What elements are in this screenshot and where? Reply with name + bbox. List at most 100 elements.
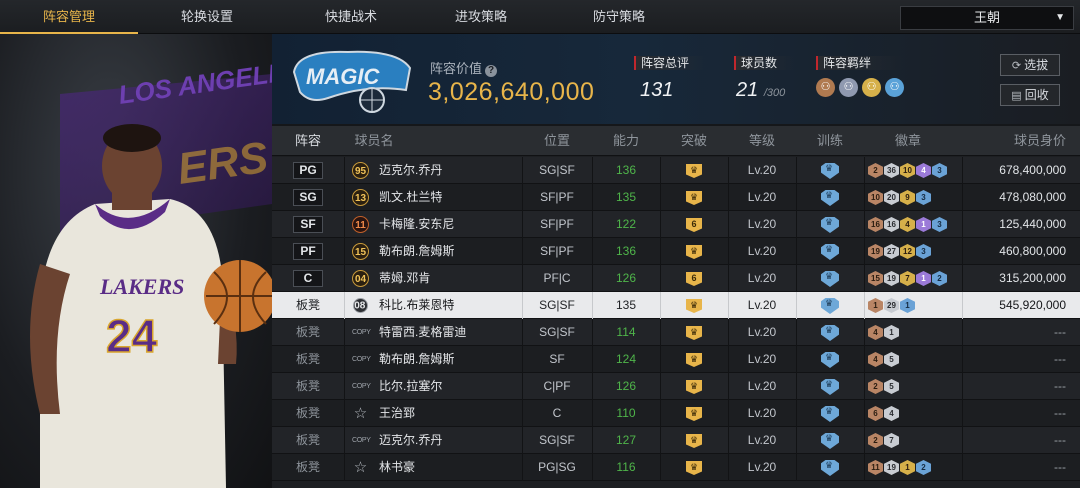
player-position: PG|SG: [538, 460, 576, 474]
badge-list[interactable]: 27: [868, 433, 900, 448]
tab-defense[interactable]: 防守策略: [550, 0, 688, 34]
help-icon[interactable]: ?: [485, 65, 498, 77]
col-level[interactable]: 等级: [728, 126, 796, 156]
breakthrough-icon[interactable]: ♛: [686, 434, 702, 448]
column-divider: [344, 211, 345, 238]
training-icon[interactable]: [821, 433, 839, 449]
breakthrough-icon[interactable]: ♛: [686, 245, 702, 259]
table-row[interactable]: PF 15 勒布朗.詹姆斯 SF|PF 136 ♛ Lv.20 1927123 460,800,…: [272, 238, 1080, 265]
breakthrough-icon[interactable]: ♛: [686, 299, 702, 313]
player-name[interactable]: 卡梅隆.安东尼: [379, 211, 519, 238]
training-icon[interactable]: [821, 163, 839, 179]
player-name[interactable]: 勒布朗.詹姆斯: [379, 346, 519, 373]
col-breakthrough[interactable]: 突破: [660, 126, 728, 156]
col-badges[interactable]: 徽章: [864, 126, 952, 156]
badge-list[interactable]: 45: [868, 352, 900, 367]
player-name[interactable]: 迈克尔.乔丹: [379, 157, 519, 184]
training-icon[interactable]: [821, 244, 839, 260]
badge-list[interactable]: 41: [868, 325, 900, 340]
players-stat: 球员数 21 /300: [734, 56, 796, 102]
player-position: PF|C: [543, 271, 571, 285]
col-name[interactable]: 球员名: [354, 126, 394, 156]
col-lineup[interactable]: 阵容: [272, 126, 344, 156]
player-salary: ---: [1054, 325, 1066, 339]
team-dropdown[interactable]: 王朝 ▼: [900, 6, 1074, 30]
tab-offense[interactable]: 进攻策略: [412, 0, 550, 34]
player-name[interactable]: 蒂姆.邓肯: [379, 265, 519, 292]
tab-rotation[interactable]: 轮换设置: [138, 0, 276, 34]
table-header: 阵容 球员名 位置 能力 突破 等级 训练 徽章 球员身价: [272, 126, 1080, 156]
lineup-slot: 板凳: [272, 373, 344, 400]
breakthrough-icon[interactable]: ♛: [686, 191, 702, 205]
table-row[interactable]: 板凳 COPY 比尔.拉塞尔 C|PF 126 ♛ Lv.20 25 ---: [272, 373, 1080, 400]
recycle-button[interactable]: ▤ 回收: [1000, 84, 1060, 106]
position-slot-badge: PF: [293, 243, 323, 260]
player-name[interactable]: 王治郅: [379, 400, 519, 427]
breakthrough-icon[interactable]: ♛: [686, 461, 702, 475]
table-row[interactable]: 板凳 COPY 勒布朗.詹姆斯 SF 124 ♛ Lv.20 45 ---: [272, 346, 1080, 373]
training-icon[interactable]: [821, 460, 839, 476]
training-icon[interactable]: [821, 379, 839, 395]
badge-list[interactable]: 2 36 10 4 3: [868, 163, 948, 178]
tab-quick-tactics[interactable]: 快捷战术: [282, 0, 420, 34]
breakthrough-icon[interactable]: ♛: [686, 407, 702, 421]
player-name[interactable]: 林书豪: [379, 454, 519, 481]
column-divider: [796, 157, 797, 184]
breakthrough-icon[interactable]: 6: [686, 272, 702, 286]
player-rating: 136: [615, 163, 637, 177]
bond-icon-blue[interactable]: ⚇: [885, 78, 904, 97]
column-divider: [660, 292, 661, 319]
table-row[interactable]: 板凳 COPY 特雷西.麦格雷迪 SG|SF 114 ♛ Lv.20 41 ---: [272, 319, 1080, 346]
badge-list[interactable]: 25: [868, 379, 900, 394]
column-divider: [864, 427, 865, 454]
table-row[interactable]: C 04 蒂姆.邓肯 PF|C 126 6 Lv.20 1519712 315,200,000: [272, 265, 1080, 292]
breakthrough-icon[interactable]: 6: [686, 218, 702, 232]
bronze-badge-icon: 4: [868, 325, 883, 340]
badge-list[interactable]: 11 19 1 2: [868, 460, 932, 475]
badge-list[interactable]: 19 27 12 3: [868, 244, 932, 259]
col-training[interactable]: 训练: [796, 126, 864, 156]
select-button[interactable]: ⟳ 选拔: [1000, 54, 1060, 76]
bond-icon-gold[interactable]: ⚇: [862, 78, 881, 97]
player-name[interactable]: 科比.布莱恩特: [379, 292, 519, 319]
table-row[interactable]: 板凳 ☆ 林书豪 PG|SG 116 ♛ Lv.20 111912 ---: [272, 454, 1080, 481]
tab-lineup[interactable]: 阵容管理: [0, 0, 138, 34]
table-row[interactable]: SG 13 凯文.杜兰特 SF|PF 135 ♛ Lv.20 102093 478,080,00…: [272, 184, 1080, 211]
table-row[interactable]: SF11卡梅隆.安东尼SF|PF1226Lv.201616413125,440,…: [272, 211, 1080, 238]
training-icon[interactable]: [821, 352, 839, 368]
badge-list[interactable]: 15 19 7 1 2: [868, 271, 948, 286]
breakthrough-icon[interactable]: ♛: [686, 326, 702, 340]
table-row[interactable]: 板凳 COPY 迈克尔.乔丹 SG|SF 127 ♛ Lv.20 27 ---: [272, 427, 1080, 454]
team-logo: MAGIC: [292, 50, 412, 113]
badge-list[interactable]: 10 20 9 3: [868, 190, 932, 205]
player-name[interactable]: 特雷西.麦格雷迪: [379, 319, 519, 346]
player-name[interactable]: 凯文.杜兰特: [379, 184, 519, 211]
table-row[interactable]: PG 95 迈克尔.乔丹 SG|SF 136 ♛ Lv.20 2361043 678,400,0…: [272, 157, 1080, 184]
breakthrough-icon[interactable]: ♛: [686, 380, 702, 394]
jersey-number: 04: [354, 274, 367, 285]
blue-badge-icon: 3: [932, 163, 947, 178]
bond-icon-bronze[interactable]: ⚇: [816, 78, 835, 97]
table-row[interactable]: 板凳 ☆ 王治郅 C 110 ♛ Lv.20 64 ---: [272, 400, 1080, 427]
col-rating[interactable]: 能力: [592, 126, 660, 156]
col-salary[interactable]: 球员身价: [962, 126, 1080, 156]
breakthrough-icon[interactable]: ♛: [686, 164, 702, 178]
column-divider: [660, 400, 661, 427]
training-icon[interactable]: [821, 325, 839, 341]
player-name[interactable]: 勒布朗.詹姆斯: [379, 238, 519, 265]
badge-list[interactable]: 64: [868, 406, 900, 421]
column-divider: [660, 238, 661, 265]
training-icon[interactable]: [821, 217, 839, 233]
training-icon[interactable]: [821, 190, 839, 206]
training-icon[interactable]: [821, 271, 839, 287]
bond-icon-silver[interactable]: ⚇: [839, 78, 858, 97]
player-name[interactable]: 迈克尔.乔丹: [379, 427, 519, 454]
col-position[interactable]: 位置: [522, 126, 592, 156]
table-row[interactable]: 板凳 08 科比.布莱恩特 SG|SF 135 ♛ Lv.20 1291 545,920,000: [272, 292, 1080, 319]
badge-list[interactable]: 1 29 1: [868, 298, 916, 313]
training-icon[interactable]: [821, 406, 839, 422]
breakthrough-icon[interactable]: ♛: [686, 353, 702, 367]
training-icon[interactable]: [821, 298, 839, 314]
badge-list[interactable]: 16 16 4 1 3: [868, 217, 948, 232]
player-name[interactable]: 比尔.拉塞尔: [379, 373, 519, 400]
